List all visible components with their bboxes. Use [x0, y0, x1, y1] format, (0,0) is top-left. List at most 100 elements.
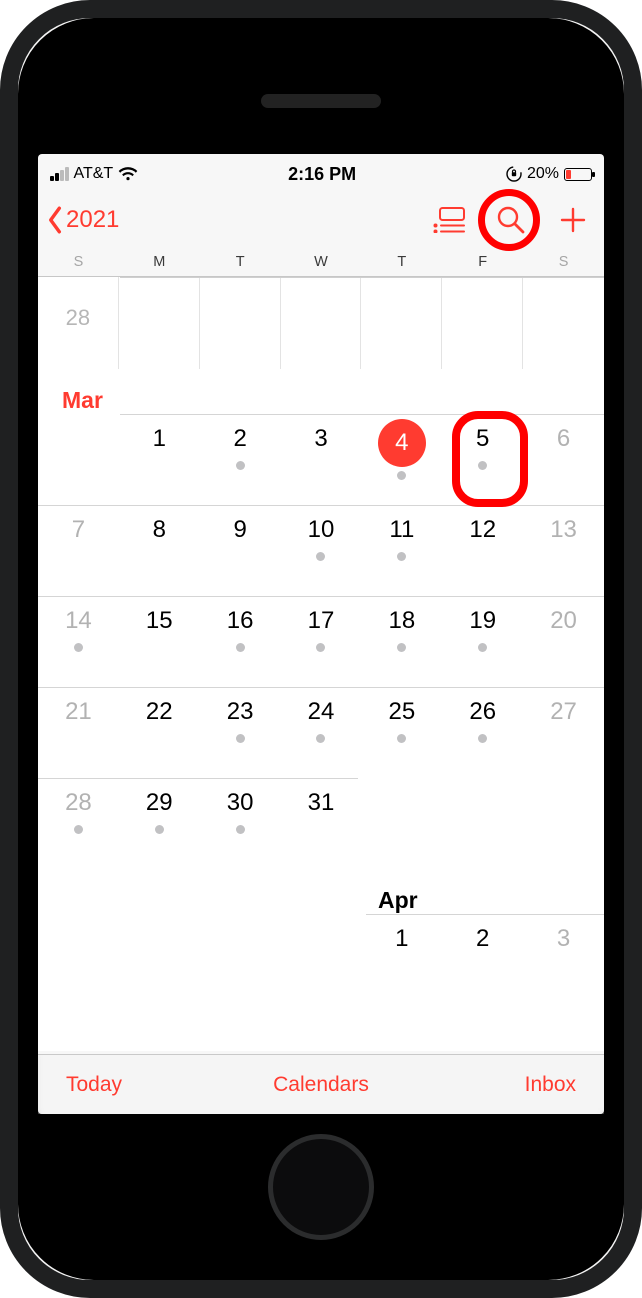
- add-event-button[interactable]: [556, 203, 590, 237]
- day-cell[interactable]: 7: [38, 506, 119, 596]
- status-right: 20%: [506, 165, 592, 183]
- day-cell: [38, 415, 119, 505]
- month-grid-mar: 1234567891011121314151617181920212223242…: [38, 414, 604, 869]
- day-cell: [442, 779, 523, 869]
- day-cell[interactable]: 12: [442, 506, 523, 596]
- search-button[interactable]: [494, 203, 528, 237]
- wifi-icon: [118, 167, 138, 181]
- speaker-grille: [261, 94, 381, 108]
- volume-up-button: [0, 338, 2, 438]
- day-cell[interactable]: 9: [200, 506, 281, 596]
- day-cell[interactable]: 1: [119, 415, 200, 505]
- calendar-body[interactable]: 28 Mar 123456789101112131415161718192021…: [38, 277, 604, 1051]
- day-cell[interactable]: 1: [361, 915, 442, 985]
- event-dot: [236, 643, 245, 652]
- event-dot: [74, 825, 83, 834]
- day-cell: [281, 915, 362, 985]
- volume-down-button: [0, 458, 2, 558]
- today-indicator[interactable]: 4: [378, 419, 426, 467]
- cellular-signal-icon: [50, 167, 69, 181]
- inbox-button[interactable]: Inbox: [525, 1073, 576, 1097]
- day-cell[interactable]: 17: [281, 597, 362, 687]
- day-cell[interactable]: 26: [442, 688, 523, 778]
- chevron-left-icon: [44, 205, 66, 235]
- day-cell[interactable]: 29: [119, 779, 200, 869]
- day-cell[interactable]: 23: [200, 688, 281, 778]
- nav-actions: [432, 203, 590, 237]
- status-left: AT&T: [50, 165, 138, 183]
- prev-day[interactable]: 28: [38, 277, 118, 331]
- search-icon: [496, 205, 526, 235]
- today-button[interactable]: Today: [66, 1073, 122, 1097]
- day-cell[interactable]: 25: [361, 688, 442, 778]
- orientation-lock-icon: [506, 166, 522, 182]
- screen: AT&T 2:16 PM 20% 2021: [38, 154, 604, 1114]
- day-cell[interactable]: 8: [119, 506, 200, 596]
- month-grid-apr: 123: [38, 914, 604, 985]
- day-cell[interactable]: 21: [38, 688, 119, 778]
- day-cell[interactable]: 2: [200, 415, 281, 505]
- day-cell[interactable]: 14: [38, 597, 119, 687]
- day-cell[interactable]: 27: [523, 688, 604, 778]
- day-cell[interactable]: 31: [281, 779, 362, 869]
- day-cell[interactable]: 10: [281, 506, 362, 596]
- event-dot: [74, 643, 83, 652]
- day-cell: [361, 779, 442, 869]
- weekday-t2: T: [361, 254, 442, 270]
- event-dot: [236, 461, 245, 470]
- event-dot: [316, 552, 325, 561]
- prev-month-tail: 28: [38, 277, 604, 369]
- battery-icon: [564, 168, 592, 181]
- list-view-icon: [433, 207, 465, 233]
- day-cell: [200, 915, 281, 985]
- event-dot: [236, 825, 245, 834]
- plus-icon: [559, 206, 587, 234]
- event-dot: [478, 734, 487, 743]
- event-dot: [478, 643, 487, 652]
- bezel: AT&T 2:16 PM 20% 2021: [18, 18, 624, 1280]
- day-cell[interactable]: 15: [119, 597, 200, 687]
- weekday-w: W: [281, 254, 362, 270]
- carrier-label: AT&T: [74, 165, 114, 183]
- battery-percent: 20%: [527, 165, 559, 183]
- day-cell[interactable]: 20: [523, 597, 604, 687]
- day-cell[interactable]: 4: [361, 415, 442, 505]
- day-cell[interactable]: 13: [523, 506, 604, 596]
- day-cell[interactable]: 28: [38, 779, 119, 869]
- day-cell[interactable]: 19: [442, 597, 523, 687]
- day-cell: [38, 915, 119, 985]
- month-label-apr: Apr: [38, 869, 604, 914]
- event-dot: [397, 552, 406, 561]
- weekday-f: F: [442, 254, 523, 270]
- day-cell[interactable]: 11: [361, 506, 442, 596]
- day-cell[interactable]: 22: [119, 688, 200, 778]
- mute-switch: [0, 248, 2, 303]
- event-dot: [397, 734, 406, 743]
- day-cell[interactable]: 2: [442, 915, 523, 985]
- back-label: 2021: [66, 206, 119, 234]
- home-button[interactable]: [268, 1134, 374, 1240]
- weekday-m: M: [119, 254, 200, 270]
- day-cell[interactable]: 18: [361, 597, 442, 687]
- bottom-toolbar: Today Calendars Inbox: [38, 1054, 604, 1114]
- day-cell: [523, 779, 604, 869]
- day-cell[interactable]: 16: [200, 597, 281, 687]
- nav-bar: 2021: [38, 194, 604, 252]
- day-cell[interactable]: 5: [442, 415, 523, 505]
- day-cell[interactable]: 6: [523, 415, 604, 505]
- event-dot: [478, 461, 487, 470]
- event-dot: [316, 734, 325, 743]
- day-cell[interactable]: 3: [281, 415, 362, 505]
- day-cell[interactable]: 30: [200, 779, 281, 869]
- list-view-button[interactable]: [432, 203, 466, 237]
- day-cell[interactable]: 24: [281, 688, 362, 778]
- day-cell[interactable]: 3: [523, 915, 604, 985]
- back-button[interactable]: 2021: [44, 205, 119, 235]
- weekday-s2: S: [523, 254, 604, 270]
- calendars-button[interactable]: Calendars: [273, 1073, 369, 1097]
- month-label-mar: Mar: [38, 369, 604, 414]
- event-dot: [236, 734, 245, 743]
- weekday-t: T: [200, 254, 281, 270]
- weekday-s: S: [38, 254, 119, 270]
- phone-frame: AT&T 2:16 PM 20% 2021: [0, 0, 642, 1298]
